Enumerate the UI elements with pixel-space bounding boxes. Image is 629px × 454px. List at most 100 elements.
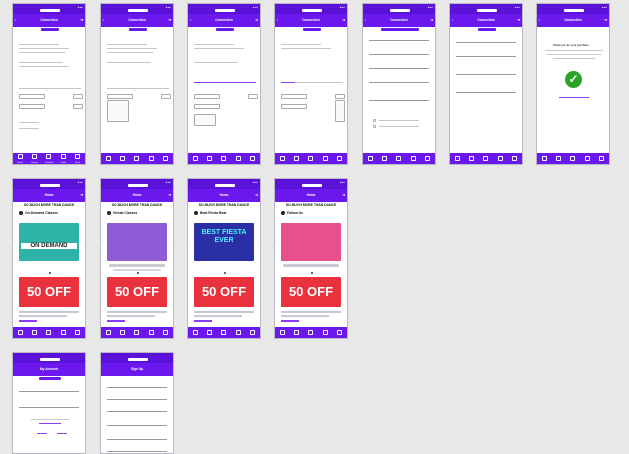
nav-home[interactable] bbox=[104, 155, 112, 162]
nav-profile[interactable] bbox=[147, 155, 155, 162]
email-field[interactable] bbox=[107, 411, 167, 412]
promo-banner[interactable]: 50 OFF bbox=[194, 277, 254, 307]
promo-banner[interactable]: 50 OFF bbox=[19, 277, 79, 307]
nav-home[interactable] bbox=[278, 329, 286, 336]
logout-icon[interactable]: ⇥ bbox=[80, 14, 83, 27]
class-select[interactable] bbox=[194, 94, 220, 99]
logout-icon[interactable]: ⇥ bbox=[517, 14, 520, 27]
carousel-next-icon[interactable]: › bbox=[258, 239, 259, 244]
signup-link[interactable] bbox=[39, 423, 61, 424]
hero-image[interactable] bbox=[107, 223, 167, 261]
nav-profile[interactable] bbox=[321, 329, 329, 336]
nav-classes[interactable]: Classes bbox=[31, 153, 39, 164]
quantity-menu[interactable] bbox=[335, 100, 345, 122]
nav-schedule[interactable] bbox=[307, 155, 315, 162]
password-field[interactable] bbox=[107, 439, 167, 440]
nav-home[interactable]: Home bbox=[16, 153, 24, 164]
expiry-field[interactable] bbox=[369, 68, 429, 69]
nav-home[interactable] bbox=[278, 155, 286, 162]
nav-more[interactable] bbox=[424, 155, 432, 162]
email-field[interactable] bbox=[19, 391, 79, 392]
promo-banner[interactable]: 50 OFF bbox=[107, 277, 167, 307]
logout-icon[interactable]: ⇥ bbox=[342, 189, 345, 202]
nav-classes[interactable] bbox=[119, 329, 127, 336]
nav-classes[interactable] bbox=[293, 329, 301, 336]
class-select[interactable] bbox=[281, 94, 307, 99]
nav-schedule[interactable] bbox=[220, 155, 228, 162]
nav-classes[interactable] bbox=[206, 155, 214, 162]
nav-profile[interactable] bbox=[583, 155, 591, 162]
back-icon[interactable]: ‹ bbox=[190, 14, 191, 27]
confirm-password-field[interactable] bbox=[107, 451, 167, 452]
back-icon[interactable]: ‹ bbox=[103, 14, 104, 27]
nav-classes[interactable] bbox=[381, 155, 389, 162]
continue-button[interactable] bbox=[41, 28, 59, 31]
card-number-field[interactable] bbox=[456, 56, 516, 57]
back-icon[interactable]: ‹ bbox=[15, 14, 16, 27]
nav-more[interactable] bbox=[249, 155, 257, 162]
pay-button[interactable] bbox=[478, 28, 496, 31]
learn-more-link[interactable] bbox=[107, 320, 125, 322]
nav-schedule[interactable] bbox=[569, 155, 577, 162]
carousel-prev-icon[interactable]: ‹ bbox=[276, 239, 277, 244]
nav-classes[interactable] bbox=[119, 155, 127, 162]
card-name-field[interactable] bbox=[456, 42, 516, 43]
quantity-stepper[interactable] bbox=[73, 94, 83, 99]
continue-link[interactable] bbox=[559, 97, 589, 98]
back-icon[interactable]: ‹ bbox=[539, 14, 540, 27]
dropdown-menu[interactable] bbox=[194, 114, 216, 126]
nav-home[interactable] bbox=[540, 155, 548, 162]
nav-profile[interactable] bbox=[234, 155, 242, 162]
logout-icon[interactable]: ⇥ bbox=[168, 189, 171, 202]
nav-more[interactable]: More bbox=[74, 153, 82, 164]
nav-profile[interactable] bbox=[496, 155, 504, 162]
back-icon[interactable]: ‹ bbox=[365, 14, 366, 27]
nav-schedule[interactable] bbox=[482, 155, 490, 162]
card-number-field[interactable] bbox=[369, 54, 429, 55]
logout-icon[interactable]: ⇥ bbox=[342, 14, 345, 27]
learn-more-link[interactable] bbox=[19, 320, 37, 322]
nav-schedule[interactable] bbox=[395, 155, 403, 162]
expiry-field[interactable] bbox=[456, 74, 516, 75]
nav-more[interactable] bbox=[598, 155, 606, 162]
postal-field[interactable] bbox=[369, 100, 429, 101]
login-button[interactable] bbox=[39, 377, 61, 380]
logout-icon[interactable]: ⇥ bbox=[430, 14, 433, 27]
logout-icon[interactable]: ⇥ bbox=[255, 189, 258, 202]
nav-profile[interactable] bbox=[321, 155, 329, 162]
nav-schedule[interactable] bbox=[220, 329, 228, 336]
continue-button[interactable] bbox=[303, 28, 321, 31]
carousel-prev-icon[interactable]: ‹ bbox=[102, 239, 103, 244]
nav-more[interactable] bbox=[162, 329, 170, 336]
nav-home[interactable] bbox=[453, 155, 461, 162]
carousel-dot[interactable] bbox=[224, 272, 226, 274]
quantity-stepper[interactable] bbox=[161, 94, 171, 99]
date-select[interactable] bbox=[194, 104, 220, 109]
date-select[interactable] bbox=[19, 104, 45, 109]
forgot-link[interactable] bbox=[37, 433, 47, 434]
logout-icon[interactable]: ⇥ bbox=[80, 189, 83, 202]
carousel-next-icon[interactable]: › bbox=[83, 239, 84, 244]
date-select[interactable] bbox=[281, 104, 307, 109]
nav-more[interactable] bbox=[511, 155, 519, 162]
nav-classes[interactable] bbox=[555, 155, 563, 162]
card-name-field[interactable] bbox=[369, 40, 429, 41]
last-name-field[interactable] bbox=[107, 399, 167, 400]
nav-schedule[interactable] bbox=[133, 329, 141, 336]
logout-icon[interactable]: ⇥ bbox=[604, 14, 607, 27]
quantity-stepper[interactable] bbox=[335, 94, 345, 99]
cvc-field[interactable] bbox=[456, 92, 516, 93]
logout-icon[interactable]: ⇥ bbox=[255, 14, 258, 27]
quantity-stepper[interactable] bbox=[248, 94, 258, 99]
nav-home[interactable] bbox=[191, 155, 199, 162]
nav-schedule[interactable] bbox=[307, 329, 315, 336]
continue-button[interactable] bbox=[216, 28, 234, 31]
nav-classes[interactable] bbox=[31, 329, 39, 336]
newsletter-checkbox[interactable] bbox=[373, 125, 376, 128]
learn-more-link[interactable] bbox=[194, 320, 212, 322]
nav-more[interactable] bbox=[162, 155, 170, 162]
pay-button[interactable] bbox=[381, 28, 419, 31]
nav-schedule[interactable]: Schedule bbox=[45, 153, 53, 164]
carousel-next-icon[interactable]: › bbox=[171, 239, 172, 244]
cvc-field[interactable] bbox=[369, 82, 429, 83]
